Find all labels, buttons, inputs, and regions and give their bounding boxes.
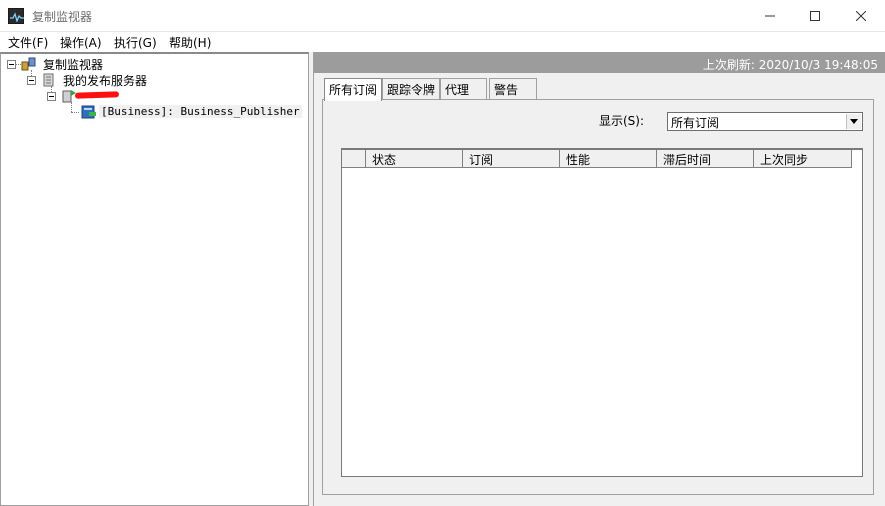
server-group-icon: [41, 72, 57, 88]
tree-label-publication: [Business]: Business_Publisher: [99, 105, 302, 118]
menu-help[interactable]: 帮助(H): [169, 34, 211, 51]
menu-execute[interactable]: 执行(G): [114, 34, 157, 51]
tree-node-publishers[interactable]: 我的发布服务器: [1, 72, 301, 88]
activity-monitor-icon: [8, 8, 24, 24]
tree-node-publication[interactable]: [Business]: Business_Publisher: [1, 104, 302, 120]
window-title: 复制监视器: [32, 10, 93, 24]
collapse-icon[interactable]: [47, 92, 56, 101]
tab-panel: 显示(S): 所有订阅 状态 订阅 性能 滞后时间 上次同步: [322, 99, 874, 495]
chevron-down-icon: [850, 119, 858, 124]
close-button[interactable]: [838, 0, 884, 32]
show-filter-value: 所有订阅: [671, 116, 720, 130]
tab-warnings[interactable]: 警告: [489, 78, 537, 100]
show-filter-select[interactable]: 所有订阅: [667, 112, 863, 131]
minimize-button[interactable]: [747, 0, 793, 32]
menu-file[interactable]: 文件(F): [8, 34, 48, 51]
column-header-status[interactable]: 状态: [366, 150, 463, 168]
menu-bar: 文件(F) 操作(A) 执行(G) 帮助(H): [0, 32, 885, 52]
tab-agents[interactable]: 代理: [440, 78, 487, 100]
column-header-latency[interactable]: 滞后时间: [657, 150, 754, 168]
column-header-last-sync[interactable]: 上次同步: [754, 150, 852, 168]
maximize-icon: [810, 11, 820, 21]
tree-node-server[interactable]: [1, 88, 301, 104]
collapse-icon[interactable]: [27, 76, 36, 85]
column-header-subscription[interactable]: 订阅: [463, 150, 560, 168]
column-header-icon[interactable]: [342, 150, 366, 168]
tab-all-subscriptions[interactable]: 所有订阅: [324, 78, 382, 101]
title-bar: 复制监视器: [0, 0, 885, 32]
minimize-icon: [765, 15, 775, 17]
publication-icon: [81, 104, 97, 120]
tab-tracer-tokens[interactable]: 跟踪令牌: [382, 78, 440, 100]
dropdown-button[interactable]: [846, 114, 861, 129]
tree-node-root[interactable]: 复制监视器: [1, 56, 301, 72]
maximize-button[interactable]: [792, 0, 838, 32]
last-refresh-text: 上次刷新: 2020/10/3 19:48:05: [702, 58, 878, 72]
collapse-icon[interactable]: [7, 60, 16, 69]
column-header-performance[interactable]: 性能: [560, 150, 657, 168]
close-icon: [856, 11, 866, 21]
tree-label-root: 复制监视器: [43, 58, 104, 72]
status-strip: 上次刷新: 2020/10/3 19:48:05: [314, 52, 885, 73]
subscriptions-grid[interactable]: 状态 订阅 性能 滞后时间 上次同步: [341, 148, 863, 477]
show-filter-label: 显示(S):: [599, 114, 645, 128]
menu-action[interactable]: 操作(A): [60, 34, 102, 51]
tree-label-publishers: 我的发布服务器: [63, 74, 148, 88]
grid-header: 状态 订阅 性能 滞后时间 上次同步: [342, 150, 862, 168]
tree-pane: 复制监视器 我的发布服务器 [Business]: Business_Publi…: [0, 52, 309, 506]
detail-pane: 上次刷新: 2020/10/3 19:48:05 所有订阅 跟踪令牌 代理 警告…: [313, 52, 885, 506]
replication-monitor-icon: [21, 56, 37, 72]
